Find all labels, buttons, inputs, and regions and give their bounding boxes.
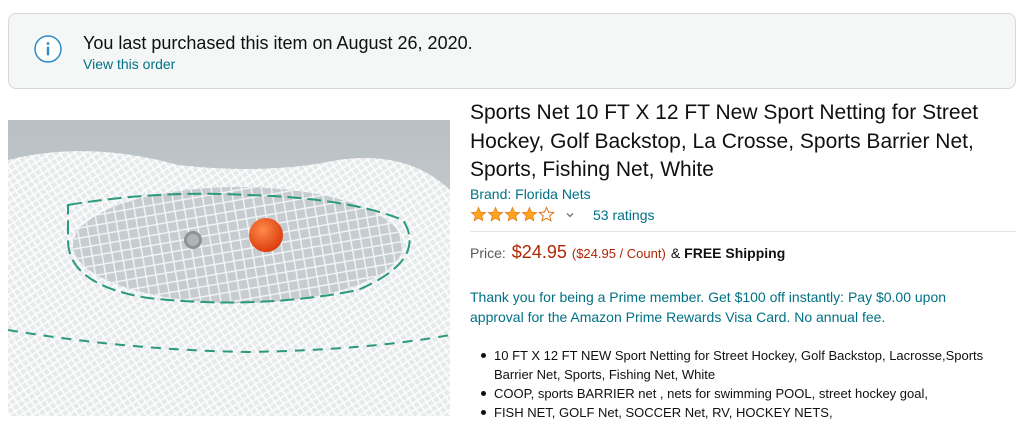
- star-icon: [504, 206, 521, 222]
- product-title: Sports Net 10 FT X 12 FT New Sport Netti…: [470, 101, 979, 181]
- feature-bullet: 10 FT X 12 FT NEW Sport Netting for Stre…: [478, 346, 1008, 384]
- rating-row: 53 ratings: [470, 205, 654, 225]
- feature-bullet: COOP, sports BARRIER net , nets for swim…: [478, 384, 1008, 403]
- price-row: Price: $24.95 ($24.95 / Count) & FREE Sh…: [470, 242, 785, 266]
- brand-link[interactable]: Brand: Florida Nets: [470, 186, 591, 202]
- price-ampersand: &: [670, 245, 681, 261]
- unit-price: ($24.95 / Count): [571, 246, 666, 261]
- star-icon: [487, 206, 504, 222]
- info-icon: [34, 35, 62, 63]
- ratings-count-link[interactable]: 53 ratings: [593, 207, 654, 223]
- star-icon: [470, 206, 487, 222]
- feature-bullet: FISH NET, GOLF Net, SOCCER Net, RV, HOCK…: [478, 403, 1008, 422]
- price-label: Price:: [470, 245, 506, 261]
- product-image[interactable]: [8, 120, 450, 416]
- price-value: $24.95: [511, 242, 567, 262]
- divider: [470, 231, 1016, 232]
- purchase-notice: You last purchased this item on August 2…: [8, 13, 1016, 89]
- star-icon: [521, 206, 538, 222]
- chevron-down-icon[interactable]: [565, 210, 575, 220]
- view-order-link[interactable]: View this order: [83, 56, 175, 72]
- star-rating[interactable]: [470, 206, 555, 224]
- star-empty-icon: [538, 206, 555, 222]
- feature-bullets: 10 FT X 12 FT NEW Sport Netting for Stre…: [478, 346, 1008, 422]
- net-photo: [8, 120, 450, 416]
- prime-card-offer-link[interactable]: Thank you for being a Prime member. Get …: [470, 287, 990, 327]
- purchase-notice-message: You last purchased this item on August 2…: [83, 33, 473, 53]
- free-shipping: FREE Shipping: [684, 245, 786, 261]
